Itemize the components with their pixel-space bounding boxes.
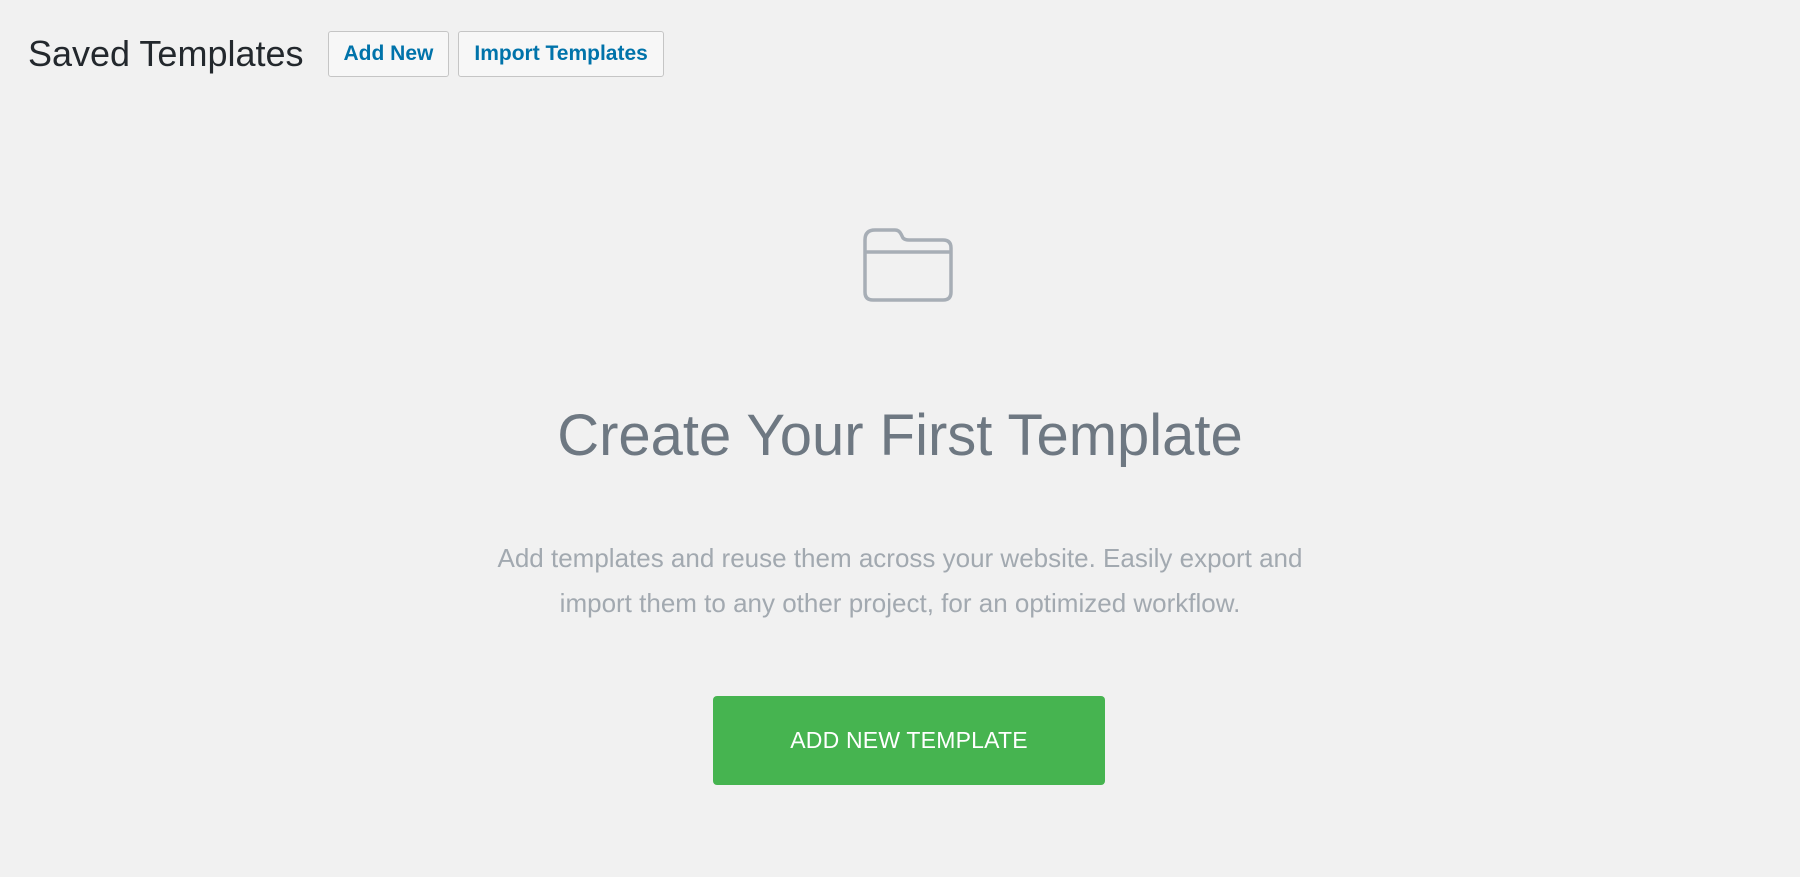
empty-state-title: Create Your First Template xyxy=(557,403,1243,468)
add-new-button[interactable]: Add New xyxy=(327,31,450,77)
description-line: import them to any other project, for an… xyxy=(559,588,1241,618)
add-new-template-button[interactable]: ADD NEW TEMPLATE xyxy=(713,696,1105,785)
page-title: Saved Templates xyxy=(28,33,304,74)
import-templates-button[interactable]: Import Templates xyxy=(458,31,664,77)
page-header: Saved Templates Add New Import Templates xyxy=(28,30,673,78)
description-line: Add templates and reuse them across your… xyxy=(497,543,1303,573)
empty-state-description: Add templates and reuse them across your… xyxy=(0,536,1800,626)
folder-icon xyxy=(863,228,953,302)
